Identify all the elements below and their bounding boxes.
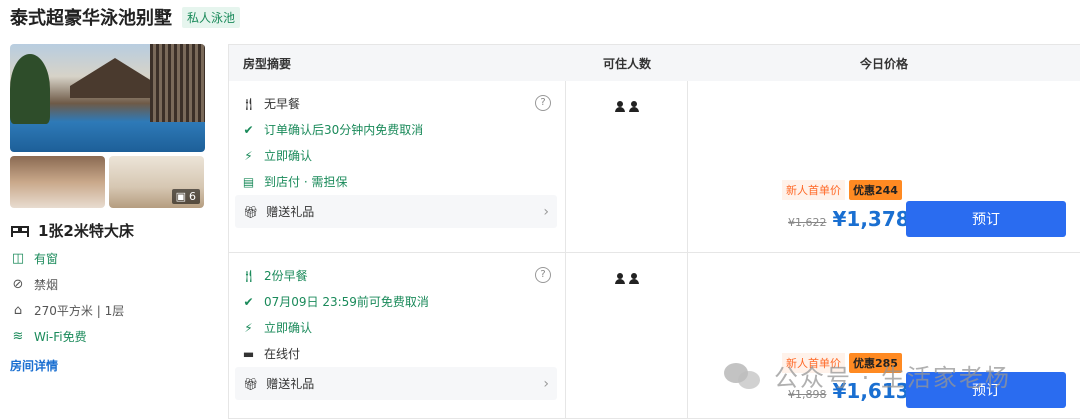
wifi-icon: ≋ (12, 329, 24, 344)
image-icon: ▣ (175, 190, 186, 203)
lightning-icon: ⚡︎ (244, 320, 253, 335)
photo-thumbnails: ▣ 6 (10, 156, 206, 208)
gift-label: 赠送礼品 (266, 377, 315, 391)
book-button[interactable]: 预订 (906, 201, 1066, 237)
rate-summary: 🍴︎ 无早餐 ✔︎ 订单确认后30分钟内免费取消 ⚡︎ 立即确认 ▤ 到店付 ·… (229, 81, 566, 252)
watermark-text: 公众号 · 生活家老杨 (774, 364, 1011, 392)
price-line: ¥1,622 ¥1,378 (788, 207, 910, 231)
facility-label: 270平方米 | 1层 (34, 304, 125, 318)
original-price: ¥1,622 (788, 216, 827, 229)
watermark: 公众号 · 生活家老杨 (724, 358, 1011, 393)
occupancy-cell (566, 81, 688, 252)
table-header: 房型摘要 可住人数 今日价格 (229, 45, 1080, 81)
facility-label: Wi-Fi免费 (34, 330, 87, 344)
occupancy-icons (614, 101, 639, 252)
price-cell: 新人首单价 优惠244 ¥1,622 ¥1,378 预订 (688, 81, 1080, 252)
promo-label: 新人首单价 (782, 180, 845, 200)
check-circle-icon: ✔︎ (243, 294, 254, 309)
facility-wifi: ≋ Wi-Fi免费 (10, 328, 206, 345)
person-icon (614, 273, 625, 284)
discounted-price: ¥1,378 (832, 207, 910, 231)
check-circle-icon: ✔︎ (243, 122, 254, 137)
meal-info: 🍴︎ 2份早餐 (241, 267, 557, 284)
photo-wall (150, 44, 205, 122)
person-icon (628, 101, 639, 112)
meal-info: 🍴︎ 无早餐 (241, 95, 557, 112)
help-icon[interactable]: ? (535, 267, 551, 283)
bed-label: 1张2米特大床 (38, 222, 134, 240)
photo-roof (70, 58, 160, 98)
feature-label: 订单确认后30分钟内免费取消 (264, 123, 424, 137)
room-thumbnail-bedroom[interactable] (10, 156, 105, 208)
lightning-icon: ⚡︎ (244, 148, 253, 163)
gift-icon: 🎁︎ (243, 376, 259, 391)
person-icon (614, 101, 625, 112)
area-icon: ⌂ (13, 303, 23, 318)
photo-palm (10, 54, 50, 124)
cancellation-info: ✔︎ 订单确认后30分钟内免费取消 (241, 121, 557, 138)
payment-info: ▬ 在线付 (241, 345, 557, 362)
window-icon: ◫ (11, 251, 25, 266)
facility-label: 禁烟 (34, 278, 59, 292)
confirmation-info: ⚡︎ 立即确认 (241, 147, 557, 164)
payment-info: ▤ 到店付 · 需担保 (241, 173, 557, 190)
rate-row: 🍴︎ 2份早餐 ✔︎ 07月09日 23:59前可免费取消 ⚡︎ 立即确认 ▬ … (229, 253, 1080, 419)
room-info-panel: ▣ 6 1张2米特大床 ◫ 有窗 ⊘ 禁烟 ⌂ 270平方米 | 1层 ≋ Wi… (10, 44, 206, 374)
photo-count-badge: ▣ 6 (171, 189, 200, 204)
facility-area: ⌂ 270平方米 | 1层 (10, 302, 206, 319)
gift-icon: 🎁︎ (243, 204, 259, 219)
bed-icon (11, 225, 29, 237)
title-row: 泰式超豪华泳池别墅 私人泳池 (10, 4, 241, 30)
feature-label: 2份早餐 (264, 269, 308, 283)
no-smoking-icon: ⊘ (12, 277, 24, 292)
pay-at-hotel-icon: ▤ (242, 174, 255, 189)
occupancy-cell (566, 253, 688, 419)
rate-row: 🍴︎ 无早餐 ✔︎ 订单确认后30分钟内免费取消 ⚡︎ 立即确认 ▤ 到店付 ·… (229, 81, 1080, 253)
facility-no-smoking: ⊘ 禁烟 (10, 276, 206, 293)
price-cell: 新人首单价 优惠285 ¥1,898 ¥1,613 预订 (688, 253, 1080, 419)
facility-label: 有窗 (34, 252, 59, 266)
gift-row[interactable]: 🎁︎ 赠送礼品 › (235, 367, 557, 400)
feature-label: 07月09日 23:59前可免费取消 (264, 295, 429, 309)
card-icon: ▬ (242, 346, 255, 361)
feature-label: 立即确认 (264, 149, 313, 163)
person-icon (628, 273, 639, 284)
photo-count: 6 (189, 190, 196, 203)
gift-label: 赠送礼品 (266, 205, 315, 219)
rate-summary: 🍴︎ 2份早餐 ✔︎ 07月09日 23:59前可免费取消 ⚡︎ 立即确认 ▬ … (229, 253, 566, 419)
facility-window: ◫ 有窗 (10, 250, 206, 267)
chevron-right-icon: › (543, 375, 549, 392)
private-pool-tag: 私人泳池 (182, 6, 241, 28)
fork-knife-icon: 🍴︎ (241, 268, 257, 283)
fork-knife-icon: 🍴︎ (241, 96, 257, 111)
bed-info: 1张2米特大床 (10, 220, 206, 241)
help-icon[interactable]: ? (535, 95, 551, 111)
promo-info: 新人首单价 优惠244 (782, 180, 902, 200)
confirmation-info: ⚡︎ 立即确认 (241, 319, 557, 336)
room-thumbnail-interior[interactable]: ▣ 6 (109, 156, 204, 208)
occupancy-icons (614, 273, 639, 419)
feature-label: 立即确认 (264, 321, 313, 335)
wechat-icon (724, 361, 764, 391)
cancellation-info: ✔︎ 07月09日 23:59前可免费取消 (241, 293, 557, 310)
chevron-right-icon: › (543, 203, 549, 220)
feature-label: 无早餐 (264, 97, 301, 111)
feature-label: 到店付 · 需担保 (264, 175, 348, 189)
header-room-summary: 房型摘要 (243, 56, 292, 71)
hotel-room-title: 泰式超豪华泳池别墅 (10, 8, 172, 29)
feature-label: 在线付 (264, 347, 301, 361)
room-main-photo[interactable] (10, 44, 205, 152)
header-occupancy: 可住人数 (602, 56, 651, 71)
gift-row[interactable]: 🎁︎ 赠送礼品 › (235, 195, 557, 228)
header-today-price: 今日价格 (859, 56, 908, 71)
room-details-link[interactable]: 房间详情 (10, 357, 58, 374)
discount-badge: 优惠244 (849, 180, 902, 200)
